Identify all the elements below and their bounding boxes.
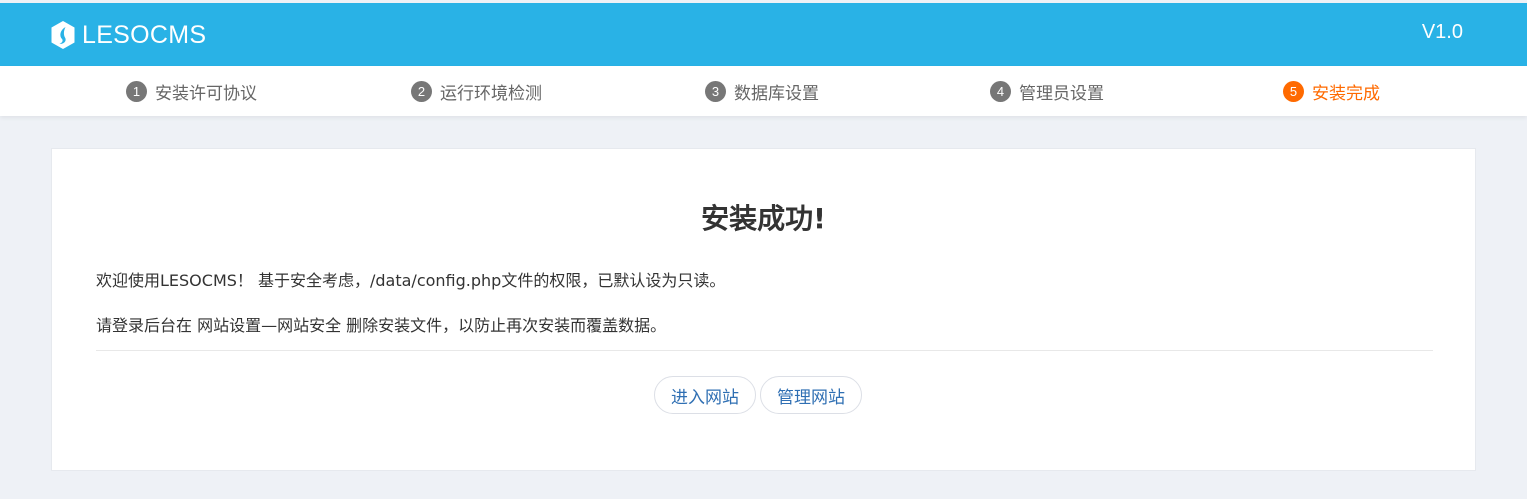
step-label: 安装许可协议 [155, 83, 257, 104]
action-buttons: 进入网站 管理网站 [654, 376, 862, 414]
step-number: 2 [411, 80, 432, 102]
step-number: 1 [126, 80, 147, 102]
step-label: 安装完成 [1312, 83, 1380, 104]
step-database: 3 数据库设置 [705, 66, 819, 116]
step-env-check: 2 运行环境检测 [411, 66, 542, 116]
step-label: 数据库设置 [734, 83, 819, 104]
brand-name: LESOCMS [82, 20, 207, 49]
header-bar: LESOCMS V1.0 [0, 3, 1527, 66]
page-title: 安装成功! [701, 202, 826, 235]
manage-site-button[interactable]: 管理网站 [760, 376, 862, 414]
result-panel: 安装成功! 欢迎使用LESOCMS！ 基于安全考虑，/data/config.p… [51, 148, 1476, 471]
brand[interactable]: LESOCMS [50, 19, 206, 51]
welcome-message: 欢迎使用LESOCMS！ 基于安全考虑，/data/config.php文件的权… [96, 271, 726, 290]
divider [96, 350, 1433, 351]
step-complete: 5 安装完成 [1283, 66, 1380, 116]
step-admin: 4 管理员设置 [990, 66, 1104, 116]
step-license: 1 安装许可协议 [126, 66, 257, 116]
step-number: 3 [705, 80, 726, 102]
install-steps: 1 安装许可协议 2 运行环境检测 3 数据库设置 4 管理员设置 5 安装完成 [0, 66, 1527, 116]
step-label: 运行环境检测 [440, 83, 542, 104]
step-number: 5 [1283, 80, 1304, 102]
step-number: 4 [990, 80, 1011, 102]
leso-logo-icon [51, 21, 75, 49]
enter-site-button[interactable]: 进入网站 [654, 376, 756, 414]
step-label: 管理员设置 [1019, 83, 1104, 104]
security-message: 请登录后台在 网站设置—网站安全 删除安装文件，以防止再次安装而覆盖数据。 [96, 316, 667, 335]
version-label: V1.0 [1421, 21, 1463, 43]
